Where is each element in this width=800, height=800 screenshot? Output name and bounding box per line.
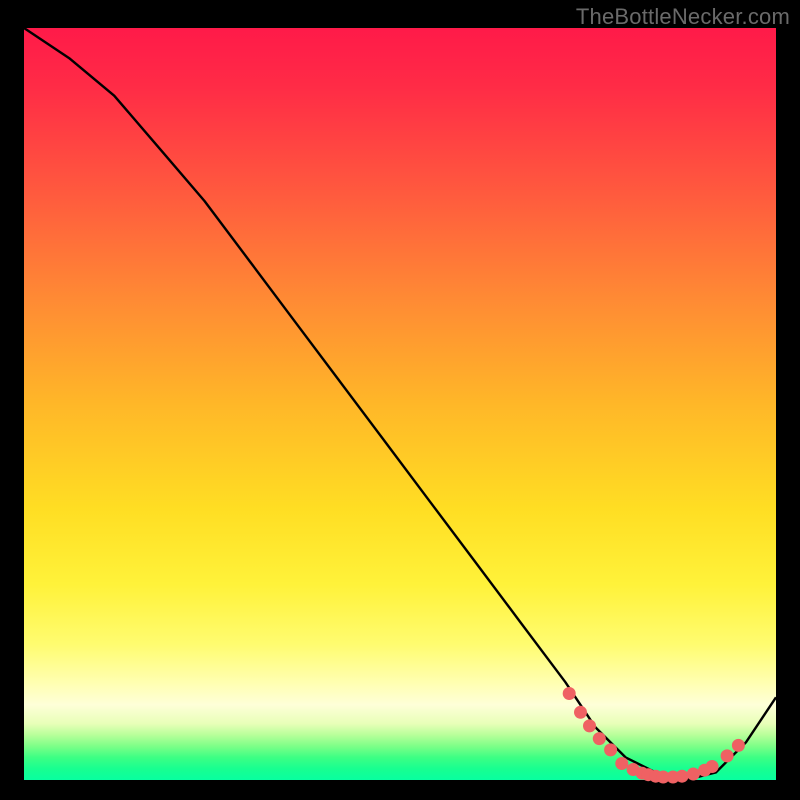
curve-layer — [24, 28, 776, 780]
highlight-dot — [563, 687, 576, 700]
watermark-text: TheBottleNecker.com — [576, 4, 790, 30]
highlight-dot — [574, 706, 587, 719]
highlight-dot — [732, 739, 745, 752]
highlight-dot — [721, 749, 734, 762]
chart-frame: TheBottleNecker.com — [0, 0, 800, 800]
bottleneck-curve — [24, 28, 776, 780]
highlight-dot — [687, 768, 700, 781]
highlight-dot — [706, 760, 719, 773]
highlight-dot — [615, 757, 628, 770]
highlight-dots — [563, 687, 745, 784]
highlight-dot — [583, 719, 596, 732]
highlight-dot — [604, 743, 617, 756]
highlight-dot — [593, 732, 606, 745]
highlight-dot — [676, 770, 689, 783]
plot-area — [24, 28, 776, 780]
